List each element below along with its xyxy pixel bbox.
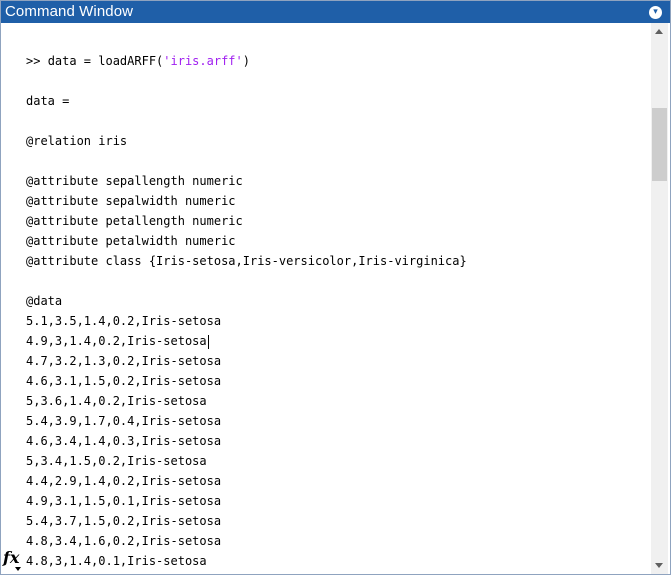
data-row: 5,3.4,1.5,0.2,Iris-setosa xyxy=(26,454,207,468)
command-line[interactable]: >> data = loadARFF('iris.arff') xyxy=(26,51,646,71)
chevron-down-circle-icon[interactable]: ▾ xyxy=(649,5,662,19)
data-row: 4.4,2.9,1.4,0.2,Iris-setosa xyxy=(26,474,222,488)
command-lines: >> data = loadARFF('iris.arff') data = @… xyxy=(26,23,646,571)
attribute-line: @attribute sepalwidth numeric xyxy=(26,194,236,208)
vertical-scrollbar[interactable] xyxy=(651,23,668,574)
command-output-area[interactable]: >> data = loadARFF('iris.arff') data = @… xyxy=(1,23,651,574)
attribute-line: @attribute class {Iris-setosa,Iris-versi… xyxy=(26,254,467,268)
data-row: 5.1,3.5,1.4,0.2,Iris-setosa xyxy=(26,314,222,328)
attribute-line: @attribute sepallength numeric xyxy=(26,174,243,188)
command-code: data = loadARFF( xyxy=(47,54,164,68)
data-row: 4.8,3.4,1.6,0.2,Iris-setosa xyxy=(26,534,222,548)
scroll-up-arrow-icon[interactable] xyxy=(655,29,663,34)
data-row-text: 4.9,3,1.4,0.2,Iris-setosa xyxy=(26,334,207,348)
title-bar[interactable]: Command Window ▾ xyxy=(1,1,670,23)
data-row: 5.4,3.9,1.7,0.4,Iris-setosa xyxy=(26,414,222,428)
data-row: 4.7,3.2,1.3,0.2,Iris-setosa xyxy=(26,354,222,368)
command-window: Command Window ▾ >> data = loadARFF('iri… xyxy=(0,0,671,575)
command-close-paren: ) xyxy=(242,54,250,68)
function-browser-arrow-icon[interactable] xyxy=(15,567,21,571)
function-browser-icon[interactable]: fx xyxy=(3,549,19,567)
relation-line: @relation iris xyxy=(26,134,128,148)
text-caret xyxy=(207,334,209,349)
data-row: 5,3.6,1.4,0.2,Iris-setosa xyxy=(26,394,207,408)
data-header-line: @data xyxy=(26,294,63,308)
data-row: 4.9,3.1,1.5,0.1,Iris-setosa xyxy=(26,494,222,508)
variable-assignment-line: data = xyxy=(26,94,70,108)
data-row: 4.6,3.4,1.4,0.3,Iris-setosa xyxy=(26,434,222,448)
scrollbar-thumb[interactable] xyxy=(652,108,667,181)
window-title: Command Window xyxy=(5,3,134,20)
prompt: >> xyxy=(26,54,48,68)
attribute-line: @attribute petallength numeric xyxy=(26,214,243,228)
data-row-with-caret[interactable]: 4.9,3,1.4,0.2,Iris-setosa xyxy=(26,331,646,351)
data-row: 5.4,3.7,1.5,0.2,Iris-setosa xyxy=(26,514,222,528)
attribute-line: @attribute petalwidth numeric xyxy=(26,234,236,248)
string-literal: 'iris.arff' xyxy=(163,54,243,68)
data-row: 4.8,3,1.4,0.1,Iris-setosa xyxy=(26,554,207,568)
scroll-down-arrow-icon[interactable] xyxy=(655,563,663,568)
data-row: 4.6,3.1,1.5,0.2,Iris-setosa xyxy=(26,374,222,388)
left-gutter xyxy=(1,23,22,574)
